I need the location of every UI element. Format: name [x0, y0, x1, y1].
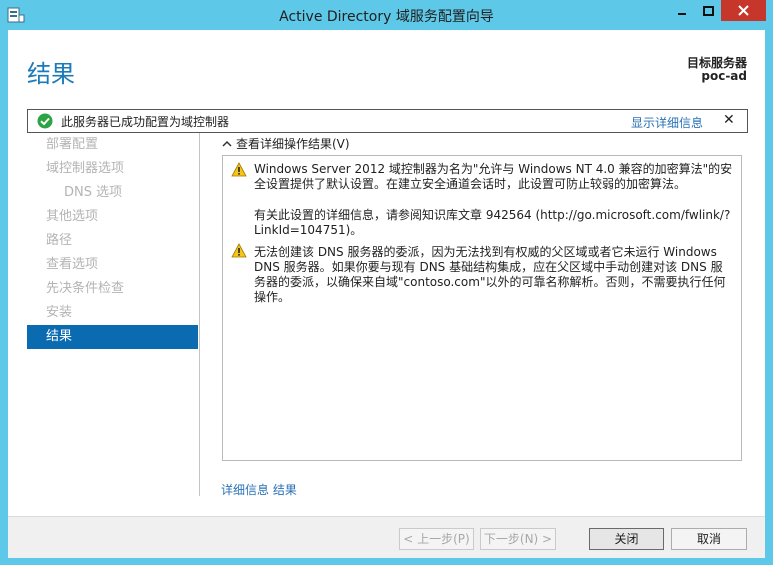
result-message: 有关此设置的详细信息，请参阅知识库文章 942564 (http://go.mi…: [254, 208, 731, 237]
nav-item-review-options[interactable]: 查看选项: [27, 253, 198, 277]
success-check-icon: [37, 113, 53, 129]
status-banner: 此服务器已成功配置为域控制器 显示详细信息 ✕: [27, 109, 748, 133]
result-message: Windows Server 2012 域控制器为名为"允许与 Windows …: [254, 162, 733, 191]
close-icon: [738, 5, 749, 16]
nav-item-paths[interactable]: 路径: [27, 229, 198, 253]
next-button[interactable]: 下一步(N) >: [480, 528, 556, 550]
wizard-window: Active Directory 域服务配置向导 结果 目标服务器 poc-ad…: [0, 0, 773, 565]
nav-item-results[interactable]: 结果: [27, 325, 198, 349]
nav-item-prereq-check[interactable]: 先决条件检查: [27, 277, 198, 301]
close-button[interactable]: 关闭: [589, 528, 664, 550]
nav-item-dc-options[interactable]: 域控制器选项: [27, 157, 198, 181]
maximize-icon: [702, 5, 714, 16]
results-section-label: 查看详细操作结果(V): [236, 137, 350, 151]
wizard-client-area: 结果 目标服务器 poc-ad 此服务器已成功配置为域控制器 显示详细信息 ✕ …: [8, 30, 765, 558]
wizard-nav: 部署配置 域控制器选项 DNS 选项 其他选项 路径 查看选项 先决条件检查 安…: [27, 133, 200, 496]
warning-icon: [231, 162, 247, 177]
results-message-box: Windows Server 2012 域控制器为名为"允许与 Windows …: [222, 155, 742, 461]
nav-item-install[interactable]: 安装: [27, 301, 198, 325]
target-server-name: poc-ad: [701, 69, 747, 83]
banner-close-icon[interactable]: ✕: [723, 112, 735, 128]
more-about-results-link[interactable]: 详细信息 结果: [221, 481, 297, 498]
page-title: 结果: [27, 60, 75, 88]
cancel-button[interactable]: 取消: [671, 528, 747, 550]
nav-item-dns-options[interactable]: DNS 选项: [27, 181, 198, 205]
result-message: 无法创建该 DNS 服务器的委派，因为无法找到有权威的父区域或者它未运行 Win…: [254, 245, 726, 304]
maximize-button[interactable]: [695, 0, 721, 21]
wizard-footer: < 上一步(P) 下一步(N) > 关闭 取消: [8, 516, 765, 558]
show-details-link[interactable]: 显示详细信息: [631, 114, 703, 131]
nav-item-additional-options[interactable]: 其他选项: [27, 205, 198, 229]
minimize-icon: [678, 12, 686, 15]
title-bar[interactable]: Active Directory 域服务配置向导: [0, 0, 773, 30]
nav-item-deployment-config[interactable]: 部署配置: [27, 133, 198, 157]
status-banner-message: 此服务器已成功配置为域控制器: [61, 115, 230, 129]
results-section-header[interactable]: 查看详细操作结果(V): [222, 135, 350, 152]
chevron-up-icon: [222, 137, 236, 151]
warning-icon: [231, 243, 247, 258]
window-title: Active Directory 域服务配置向导: [279, 9, 494, 25]
minimize-button[interactable]: [669, 0, 695, 21]
close-window-button[interactable]: [721, 0, 766, 21]
back-button[interactable]: < 上一步(P): [399, 528, 474, 550]
